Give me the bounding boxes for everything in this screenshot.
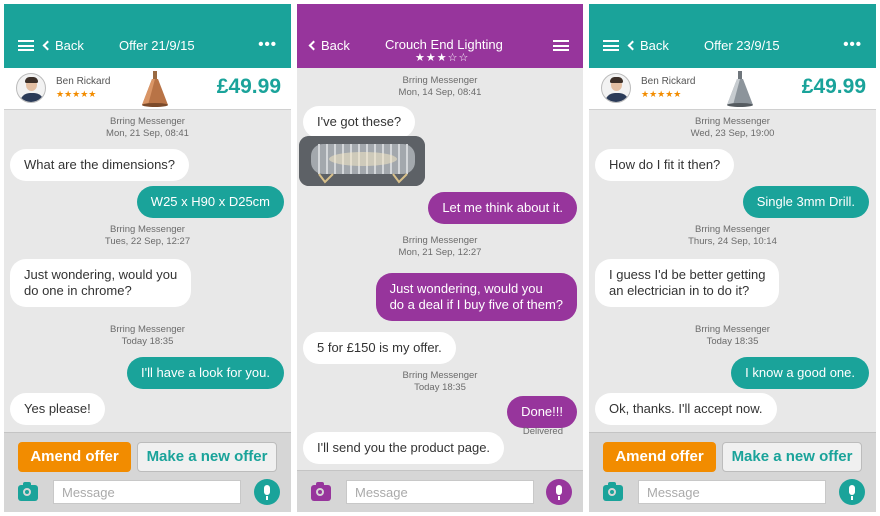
microphone-icon[interactable]	[546, 479, 572, 505]
seller-name: Ben Rickard	[56, 76, 111, 87]
top-bar: Back Offer 23/9/15 •••	[589, 4, 876, 68]
chevron-left-icon	[627, 40, 638, 51]
chevron-left-icon	[42, 40, 53, 51]
system-timestamp: Brring Messenger Thurs, 24 Sep, 10:14	[688, 224, 777, 247]
make-new-offer-button[interactable]: Make a new offer	[137, 442, 277, 472]
page-title: Crouch End Lighting	[385, 37, 503, 52]
message-outgoing: I know a good one.	[731, 357, 869, 389]
avatar[interactable]	[601, 73, 631, 103]
more-options-icon[interactable]: •••	[258, 37, 277, 52]
message-incoming: I'll send you the product page.	[303, 432, 505, 464]
camera-icon[interactable]	[603, 482, 623, 501]
page-title: Offer 23/9/15	[704, 38, 780, 53]
menu-icon[interactable]	[18, 40, 34, 51]
system-timestamp: Brring Messenger Today 18:35	[110, 324, 185, 347]
avatar[interactable]	[16, 73, 46, 103]
chevron-left-icon	[308, 40, 319, 51]
message-incoming: Just wondering, would you do one in chrom…	[10, 259, 192, 307]
pendant-lights-image	[299, 136, 425, 186]
product-photo[interactable]	[299, 136, 425, 186]
system-timestamp: Brring Messenger Mon, 21 Sep, 12:27	[398, 235, 482, 258]
top-bar: Back Offer 21/9/15 •••	[4, 4, 291, 68]
amend-offer-button[interactable]: Amend offer	[18, 442, 131, 472]
back-button[interactable]: Back	[627, 38, 669, 53]
message-outgoing: W25 x H90 x D25cm	[136, 186, 284, 218]
seller-rating: ★★★★★	[641, 89, 682, 99]
delivered-status: Delivered	[522, 426, 563, 437]
system-timestamp: Brring Messenger Tues, 22 Sep, 12:27	[104, 224, 191, 247]
seller-rating: ★★★★★	[56, 89, 97, 99]
seller-name: Ben Rickard	[641, 76, 696, 87]
message-incoming: Ok, thanks. I'll accept now.	[595, 393, 777, 425]
seller-rating: ★★★☆☆	[415, 52, 470, 64]
top-bar: Back Crouch End Lighting ★★★☆☆	[297, 4, 583, 68]
product-thumbnail-copper-lamp[interactable]	[138, 71, 172, 107]
message-outgoing: Done!!!	[507, 396, 577, 428]
chat-screen-offer-1: Back Offer 21/9/15 ••• Ben Rickard ★★★★★…	[4, 4, 291, 512]
page-title: Offer 21/9/15	[119, 38, 195, 53]
message-outgoing: I'll have a look for you.	[127, 357, 284, 389]
menu-icon[interactable]	[603, 40, 619, 51]
message-input[interactable]	[638, 480, 826, 504]
message-input[interactable]	[346, 480, 534, 504]
offer-price: £49.99	[801, 75, 866, 98]
microphone-icon[interactable]	[254, 479, 280, 505]
system-timestamp: Brring Messenger Wed, 23 Sep, 19:00	[690, 116, 775, 139]
message-incoming: I've got these?	[303, 106, 416, 138]
message-incoming: What are the dimensions?	[10, 149, 190, 181]
amend-offer-button[interactable]: Amend offer	[603, 442, 716, 472]
offer-summary: Ben Rickard ★★★★★ £49.99	[4, 68, 291, 110]
camera-icon[interactable]	[18, 482, 38, 501]
make-new-offer-button[interactable]: Make a new offer	[722, 442, 862, 472]
system-timestamp: Brring Messenger Mon, 14 Sep, 08:41	[398, 75, 482, 98]
message-incoming: Yes please!	[10, 393, 105, 425]
composer: Amend offer Make a new offer	[589, 432, 876, 512]
offer-price: £49.99	[216, 75, 281, 98]
camera-icon[interactable]	[311, 482, 331, 501]
system-timestamp: Brring Messenger Today 18:35	[695, 324, 770, 347]
menu-icon[interactable]	[553, 40, 569, 51]
message-incoming: 5 for £150 is my offer.	[303, 332, 456, 364]
more-options-icon[interactable]: •••	[843, 37, 862, 52]
offer-summary: Ben Rickard ★★★★★ £49.99	[589, 68, 876, 110]
message-outgoing: Just wondering, would you do a deal if I …	[375, 273, 577, 321]
chat-screen-offer-2: Back Offer 23/9/15 ••• Ben Rickard ★★★★★…	[589, 4, 876, 512]
message-outgoing: Single 3mm Drill.	[742, 186, 869, 218]
microphone-icon[interactable]	[839, 479, 865, 505]
message-incoming: How do I fit it then?	[595, 149, 735, 181]
product-thumbnail-chrome-lamp[interactable]	[723, 71, 757, 107]
back-button[interactable]: Back	[308, 38, 350, 53]
composer	[297, 470, 583, 512]
chat-screen-seller: Back Crouch End Lighting ★★★☆☆ Brring Me…	[297, 4, 583, 512]
back-button[interactable]: Back	[42, 38, 84, 53]
system-timestamp: Brring Messenger Today 18:35	[402, 370, 478, 393]
composer: Amend offer Make a new offer	[4, 432, 291, 512]
system-timestamp: Brring Messenger Mon, 21 Sep, 08:41	[106, 116, 189, 139]
message-incoming: I guess I'd be better getting an electric…	[595, 259, 780, 307]
message-input[interactable]	[53, 480, 241, 504]
message-outgoing: Let me think about it.	[428, 192, 577, 224]
